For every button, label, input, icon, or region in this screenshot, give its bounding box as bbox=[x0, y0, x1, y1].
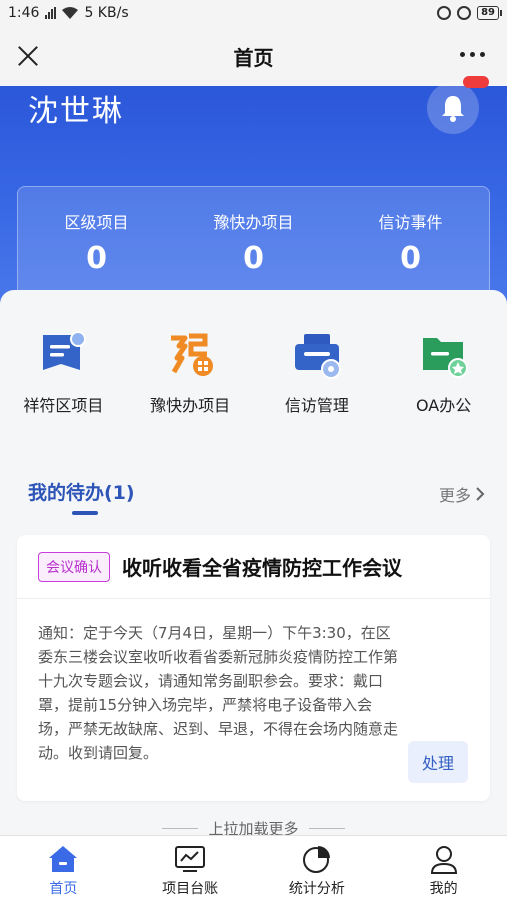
close-icon[interactable] bbox=[14, 42, 42, 70]
hero-banner: 沈世琳 区级项目 0 豫快办项目 0 信访事件 0 bbox=[0, 76, 507, 306]
network-speed: 5 KB/s bbox=[84, 5, 129, 21]
bell-icon bbox=[442, 96, 464, 122]
stat-value: 0 bbox=[86, 241, 107, 276]
quick-link-oa-office[interactable]: OA办公 bbox=[380, 330, 507, 416]
stat-value: 0 bbox=[243, 241, 264, 276]
divider bbox=[162, 827, 199, 829]
tab-label: 首页 bbox=[49, 881, 78, 897]
home-icon bbox=[49, 846, 78, 872]
alarm-icon bbox=[457, 6, 472, 20]
user-icon bbox=[430, 846, 457, 874]
tab-label: 项目台账 bbox=[162, 881, 219, 897]
todo-card-title: 收听收看全省疫情防控工作会议 bbox=[122, 556, 402, 580]
wifi-icon bbox=[62, 7, 79, 19]
signal-icon bbox=[45, 7, 57, 19]
nav-bar: 首页 bbox=[0, 26, 507, 86]
quick-link-xiangfu-projects[interactable]: 祥符区项目 bbox=[0, 330, 127, 416]
main-panel: 祥符区项目 豫快办项目 信访管理 OA办公 我的待办(1) 更多 会议确认 收听… bbox=[0, 290, 507, 838]
document-badge-icon bbox=[43, 331, 87, 370]
stats-card: 区级项目 0 豫快办项目 0 信访事件 0 bbox=[17, 186, 490, 304]
todo-title-underline bbox=[72, 511, 98, 515]
meeting-confirm-tag: 会议确认 bbox=[38, 551, 110, 582]
tab-label: 统计分析 bbox=[288, 881, 345, 897]
quick-link-petition-management[interactable]: 信访管理 bbox=[254, 330, 381, 416]
status-time: 1:46 bbox=[8, 5, 40, 21]
page-title: 首页 bbox=[233, 45, 274, 70]
notification-badge bbox=[463, 76, 489, 88]
yu-logo-icon bbox=[171, 333, 214, 376]
todo-card-header: 会议确认 收听收看全省疫情防控工作会议 bbox=[17, 535, 490, 599]
lock-rotation-icon bbox=[437, 6, 452, 20]
tab-statistics[interactable]: 统计分析 bbox=[254, 836, 381, 900]
stat-label: 信访事件 bbox=[378, 213, 443, 232]
todo-card-body: 通知：定于今天（7月4日，星期一）下午3:30，在区委东三楼会议室收听收看省委新… bbox=[38, 624, 399, 762]
quick-link-yukuaiban-projects[interactable]: 豫快办项目 bbox=[127, 330, 254, 416]
tab-mine[interactable]: 我的 bbox=[380, 836, 507, 900]
handle-button[interactable]: 处理 bbox=[408, 741, 468, 783]
more-menu-icon[interactable] bbox=[460, 52, 485, 57]
quick-link-label: 豫快办项目 bbox=[150, 396, 231, 415]
divider bbox=[308, 827, 345, 829]
quick-link-label: OA办公 bbox=[415, 396, 472, 415]
tab-label: 我的 bbox=[429, 881, 458, 897]
monitor-chart-icon bbox=[175, 846, 206, 872]
bottom-tab-bar: 首页 项目台账 统计分析 我的 bbox=[0, 835, 507, 900]
chevron-right-icon bbox=[476, 487, 485, 501]
quick-link-label: 信访管理 bbox=[284, 396, 349, 415]
todo-header: 我的待办(1) 更多 bbox=[28, 478, 485, 518]
tab-home[interactable]: 首页 bbox=[0, 836, 127, 900]
tab-project-ledger[interactable]: 项目台账 bbox=[127, 836, 254, 900]
quick-links: 祥符区项目 豫快办项目 信访管理 OA办公 bbox=[0, 330, 507, 416]
stat-value: 0 bbox=[400, 241, 421, 276]
user-name: 沈世琳 bbox=[28, 94, 124, 129]
todo-section-title[interactable]: 我的待办(1) bbox=[28, 482, 135, 504]
quick-link-label: 祥符区项目 bbox=[23, 396, 104, 415]
stat-label: 豫快办项目 bbox=[213, 213, 294, 232]
stat-yukuaiban-projects[interactable]: 豫快办项目 0 bbox=[175, 187, 332, 303]
battery-icon: 89 bbox=[477, 6, 502, 20]
todo-more-link[interactable]: 更多 bbox=[439, 482, 485, 506]
stat-label: 区级项目 bbox=[64, 213, 129, 232]
todo-card[interactable]: 会议确认 收听收看全省疫情防控工作会议 通知：定于今天（7月4日，星期一）下午3… bbox=[17, 535, 490, 801]
printer-gear-icon bbox=[294, 334, 341, 379]
pie-chart-icon bbox=[302, 846, 330, 873]
stat-petition-events[interactable]: 信访事件 0 bbox=[332, 187, 489, 303]
folder-star-icon bbox=[422, 338, 468, 378]
todo-more-label: 更多 bbox=[438, 486, 471, 505]
status-bar: 1:46 5 KB/s 89 bbox=[0, 0, 507, 26]
stat-district-projects[interactable]: 区级项目 0 bbox=[18, 187, 175, 303]
notification-button[interactable] bbox=[427, 76, 489, 134]
